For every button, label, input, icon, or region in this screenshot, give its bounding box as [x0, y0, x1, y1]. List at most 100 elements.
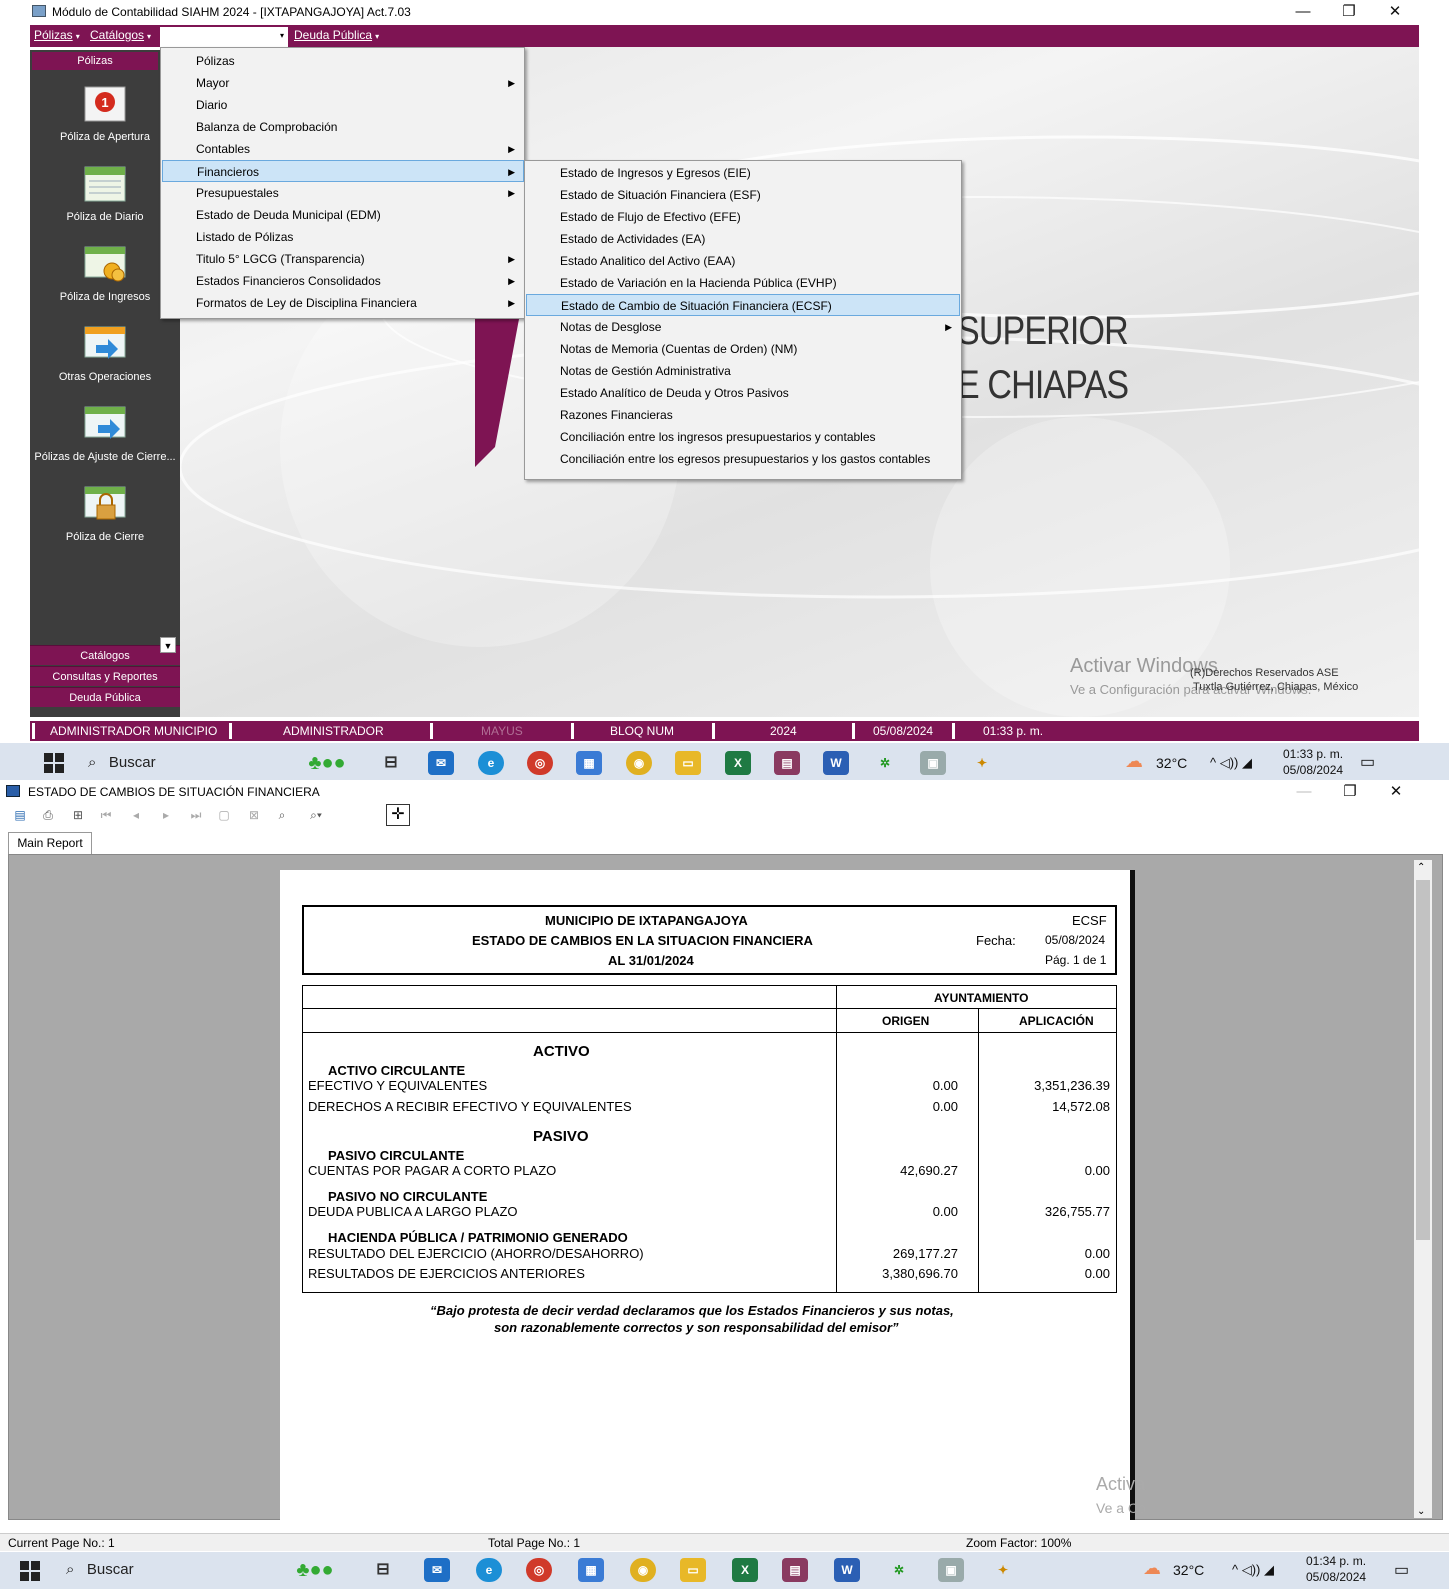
- goto-page-icon[interactable]: ▢: [216, 807, 232, 823]
- notifications-icon[interactable]: ▭: [1360, 752, 1375, 772]
- sidebar-item-poliza-ingresos[interactable]: Póliza de Ingresos: [30, 245, 180, 303]
- sidebar-cat-catalogos[interactable]: Catálogos: [30, 645, 180, 665]
- menu-item-razones[interactable]: Razones Financieras: [526, 404, 960, 426]
- stop-icon[interactable]: ⊠: [246, 807, 262, 823]
- menu-item-polizas[interactable]: Pólizas: [162, 50, 523, 72]
- store-icon[interactable]: ▦: [576, 751, 602, 775]
- mail-icon[interactable]: ✉: [428, 751, 454, 775]
- menu-item-efe[interactable]: Estado de Flujo de Efectivo (EFE): [526, 206, 960, 228]
- menu-item-eaa[interactable]: Estado Analitico del Activo (EAA): [526, 250, 960, 272]
- edge-icon[interactable]: e: [478, 751, 504, 775]
- menu-item-notas-gestion[interactable]: Notas de Gestión Administrativa: [526, 360, 960, 382]
- chrome-icon[interactable]: ◉: [630, 1558, 656, 1582]
- menu-item-diario[interactable]: Diario: [162, 94, 523, 116]
- sidebar-header[interactable]: Pólizas: [32, 52, 158, 70]
- report-minimize-button[interactable]: —: [1281, 780, 1327, 804]
- menu-item-ea[interactable]: Estado de Actividades (EA): [526, 228, 960, 250]
- task-view-icon[interactable]: ⊟: [370, 1558, 396, 1582]
- app-red-icon[interactable]: ◎: [527, 751, 553, 775]
- menu-item-mayor[interactable]: Mayor ▶: [162, 72, 523, 94]
- tray-icons[interactable]: ^ ◁)) ◢: [1232, 1562, 1274, 1578]
- word-icon[interactable]: W: [823, 751, 849, 775]
- last-page-icon[interactable]: ⏭: [188, 807, 204, 823]
- find-icon[interactable]: ⌕: [274, 807, 290, 823]
- temperature: 32°C: [1156, 755, 1188, 771]
- report-close-button[interactable]: ✕: [1373, 780, 1419, 804]
- excel-icon[interactable]: X: [732, 1558, 758, 1582]
- app-red-icon[interactable]: ◎: [526, 1558, 552, 1582]
- coins-icon: [84, 246, 126, 282]
- menu-item-notas-desglose[interactable]: Notas de Desglose ▶: [526, 316, 960, 338]
- scrollbar-thumb[interactable]: [1416, 880, 1430, 1240]
- sidebar-item-poliza-apertura[interactable]: 1 Póliza de Apertura: [30, 85, 180, 143]
- store-icon[interactable]: ▦: [578, 1558, 604, 1582]
- sidebar-item-otras-operaciones[interactable]: Otras Operaciones: [30, 325, 180, 383]
- menu-item-conciliacion-egresos[interactable]: Conciliación entre los egresos presupues…: [526, 448, 960, 470]
- next-page-icon[interactable]: ▸: [158, 807, 174, 823]
- menu-item-edm[interactable]: Estado de Deuda Municipal (EDM): [162, 204, 523, 226]
- sidebar-item-ajuste-cierre[interactable]: Pólizas de Ajuste de Cierre...: [30, 405, 180, 463]
- sidebar-cat-consultas[interactable]: Consultas y Reportes: [30, 666, 180, 686]
- menu-deuda-publica[interactable]: Deuda Pública ▾: [294, 28, 379, 42]
- menu-consultas-active[interactable]: ▾: [160, 27, 288, 47]
- menu-item-listado-polizas[interactable]: Listado de Pólizas: [162, 226, 523, 248]
- excel-icon[interactable]: X: [725, 751, 751, 775]
- siahm-icon[interactable]: ▣: [938, 1558, 964, 1582]
- first-page-icon[interactable]: ⏮: [98, 807, 114, 823]
- menu-polizas[interactable]: Pólizas ▾: [34, 28, 80, 42]
- zoom-icon[interactable]: ⌕▾: [302, 807, 330, 823]
- menu-item-consolidados[interactable]: Estados Financieros Consolidados ▶: [162, 270, 523, 292]
- menu-item-ecsf[interactable]: Estado de Cambio de Situación Financiera…: [526, 294, 960, 316]
- edge-icon[interactable]: e: [476, 1558, 502, 1582]
- chrome-icon[interactable]: ◉: [626, 751, 652, 775]
- app-star-icon[interactable]: ✦: [969, 751, 995, 775]
- menu-catalogos[interactable]: Catálogos ▾: [90, 28, 151, 42]
- sidebar-item-poliza-cierre[interactable]: Póliza de Cierre: [30, 485, 180, 543]
- restore-button[interactable]: ❐: [1326, 0, 1372, 24]
- windows-start-icon[interactable]: [44, 753, 64, 773]
- winrar-icon[interactable]: ▤: [782, 1558, 808, 1582]
- menu-item-balanza[interactable]: Balanza de Comprobación: [162, 116, 523, 138]
- group-tree-icon[interactable]: ⊞: [70, 807, 86, 823]
- scroll-up-icon[interactable]: ⌃: [1417, 862, 1425, 873]
- menu-item-titulo5[interactable]: Titulo 5° LGCG (Transparencia) ▶: [162, 248, 523, 270]
- menu-item-contables[interactable]: Contables ▶: [162, 138, 523, 160]
- winrar-icon[interactable]: ▤: [774, 751, 800, 775]
- crosshair-icon[interactable]: ✛: [386, 804, 410, 826]
- word-icon[interactable]: W: [834, 1558, 860, 1582]
- minimize-button[interactable]: —: [1280, 0, 1326, 24]
- menu-item-notas-memoria[interactable]: Notas de Memoria (Cuentas de Orden) (NM): [526, 338, 960, 360]
- task-view-icon[interactable]: ⊟: [378, 751, 404, 775]
- print-icon[interactable]: ⎙: [40, 807, 56, 823]
- menu-item-presupuestales[interactable]: Presupuestales ▶: [162, 182, 523, 204]
- sidebar-item-poliza-diario[interactable]: Póliza de Diario: [30, 165, 180, 223]
- report-restore-button[interactable]: ❐: [1327, 780, 1373, 804]
- menu-item-conciliacion-ingresos[interactable]: Conciliación entre los ingresos presupue…: [526, 426, 960, 448]
- close-button[interactable]: ✕: [1372, 0, 1418, 24]
- taskbar-search[interactable]: ⌕ Buscar: [88, 749, 288, 777]
- siahm-icon[interactable]: ▣: [920, 751, 946, 775]
- menu-item-esf[interactable]: Estado de Situación Financiera (ESF): [526, 184, 960, 206]
- tray-icons[interactable]: ^ ◁)) ◢: [1210, 755, 1252, 771]
- export-icon[interactable]: ▤: [12, 807, 28, 823]
- folder-icon[interactable]: ▭: [675, 751, 701, 775]
- app-star-icon[interactable]: ✦: [990, 1558, 1016, 1582]
- mail-icon[interactable]: ✉: [424, 1558, 450, 1582]
- taskbar-search[interactable]: ⌕ Buscar: [66, 1556, 266, 1584]
- app-dots-icon[interactable]: ✲: [872, 751, 898, 775]
- menu-item-analitico-deuda[interactable]: Estado Analítico de Deuda y Otros Pasivo…: [526, 382, 960, 404]
- notifications-icon[interactable]: ▭: [1394, 1560, 1409, 1580]
- menu-item-financieros[interactable]: Financieros ▶: [162, 160, 524, 182]
- app-dots-icon[interactable]: ✲: [886, 1558, 912, 1582]
- sidebar-scroll-down-icon[interactable]: ▼: [160, 637, 176, 653]
- submenu-arrow-icon: ▶: [508, 144, 515, 154]
- menu-item-evhp[interactable]: Estado de Variación en la Hacienda Públi…: [526, 272, 960, 294]
- tab-main-report[interactable]: Main Report: [8, 832, 92, 854]
- sidebar-cat-deuda[interactable]: Deuda Pública: [30, 687, 180, 707]
- menu-item-disciplina[interactable]: Formatos de Ley de Disciplina Financiera…: [162, 292, 523, 314]
- menu-item-eie[interactable]: Estado de Ingresos y Egresos (EIE): [526, 162, 960, 184]
- prev-page-icon[interactable]: ◂: [128, 807, 144, 823]
- folder-icon[interactable]: ▭: [680, 1558, 706, 1582]
- windows-start-icon[interactable]: [20, 1561, 40, 1581]
- scroll-down-icon[interactable]: ⌄: [1417, 1506, 1425, 1517]
